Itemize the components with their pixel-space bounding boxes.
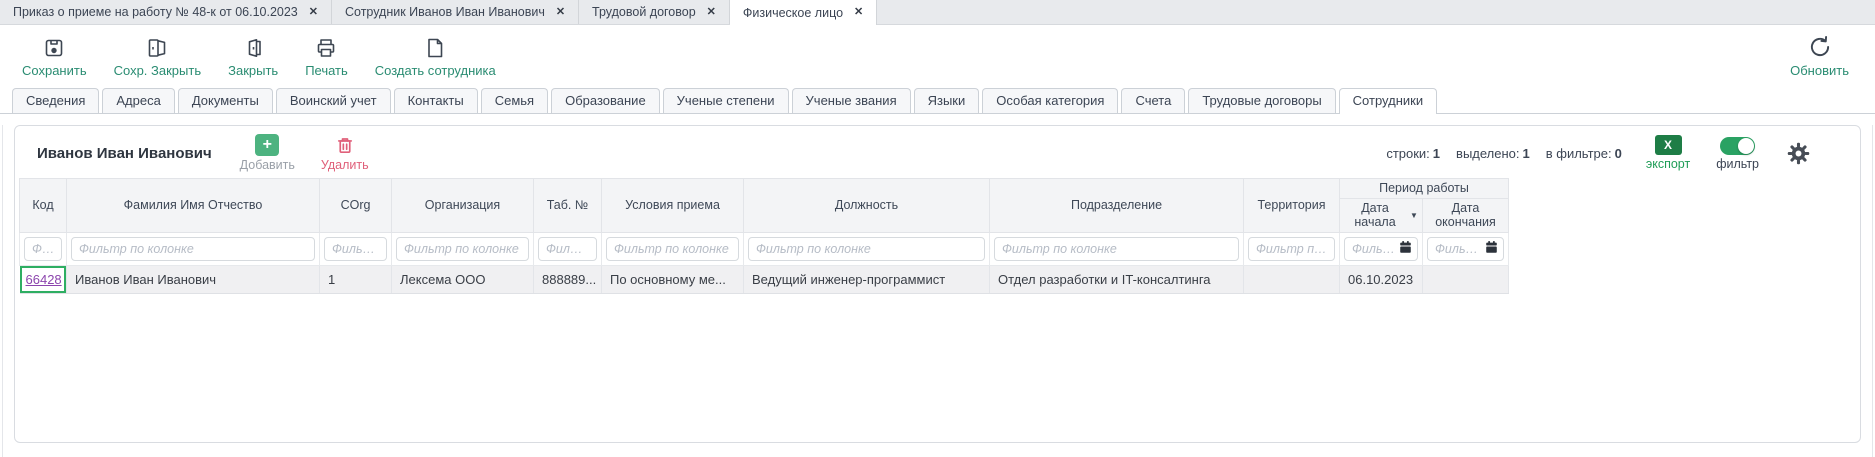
tab-obrazovanie[interactable]: Образование (551, 88, 660, 113)
filter-input-fullname[interactable] (71, 237, 315, 261)
calendar-icon[interactable] (1399, 240, 1412, 257)
filter-input-department[interactable] (994, 237, 1239, 261)
filter-input-tabnumber[interactable] (538, 237, 597, 261)
settings-gear-icon[interactable] (1787, 142, 1810, 165)
create-employee-button[interactable]: Создать сотрудника (375, 34, 496, 78)
window-tab-employee[interactable]: Сотрудник Иванов Иван Иванович ✕ (332, 0, 579, 24)
window-tab-label: Приказ о приеме на работу № 48-к от 06.1… (13, 5, 298, 19)
save-button[interactable]: Сохранить (22, 34, 87, 78)
selected-count: выделено:1 (1456, 146, 1530, 161)
cell-tabnumber[interactable]: 888889... (534, 265, 602, 293)
col-group-period: Период работы (1340, 179, 1509, 199)
print-button[interactable]: Печать (305, 34, 348, 78)
delete-row-button[interactable]: Удалить (321, 134, 369, 172)
filter-input-organization[interactable] (396, 237, 529, 261)
col-header-territory[interactable]: Территория (1244, 179, 1340, 233)
col-header-position[interactable]: Должность (744, 179, 990, 233)
tab-voinskiy-uchet[interactable]: Воинский учет (276, 88, 391, 113)
cell-territory[interactable] (1244, 265, 1340, 293)
filter-input-startdate[interactable] (1352, 239, 1396, 259)
tab-scheta[interactable]: Счета (1121, 88, 1185, 113)
tab-uchenye-zvaniya[interactable]: Ученые звания (792, 88, 911, 113)
window-tab-order[interactable]: Приказ о приеме на работу № 48-к от 06.1… (0, 0, 332, 24)
window-tab-bar: Приказ о приеме на работу № 48-к от 06.1… (0, 0, 1875, 25)
cell-startdate[interactable]: 06.10.2023 (1340, 265, 1423, 293)
calendar-icon[interactable] (1485, 240, 1498, 257)
toggle-on-icon (1720, 137, 1755, 155)
plus-icon: + (255, 134, 279, 156)
rows-count: строки:1 (1386, 146, 1440, 161)
filter-row (20, 232, 1509, 265)
add-row-button[interactable]: + Добавить (240, 134, 295, 172)
tab-dokumenty[interactable]: Документы (178, 88, 273, 113)
filter-input-enddate[interactable] (1435, 239, 1482, 259)
panel-header: Иванов Иван Иванович + Добавить Удалить (15, 126, 1860, 178)
grid-stats: строки:1 выделено:1 в фильтре:0 (1386, 146, 1622, 161)
save-icon (42, 34, 66, 60)
window-tab-person-active[interactable]: Физическое лицо ✕ (730, 0, 877, 25)
tab-uchenye-stepeni[interactable]: Ученые степени (663, 88, 789, 113)
close-tab-icon[interactable]: ✕ (707, 7, 716, 18)
content-area: Иванов Иван Иванович + Добавить Удалить (2, 125, 1873, 457)
close-tab-icon[interactable]: ✕ (309, 7, 318, 18)
cell-position[interactable]: Ведущий инженер-программист (744, 265, 990, 293)
filtered-count: в фильтре:0 (1546, 146, 1622, 161)
filter-toggle[interactable]: фильтр (1716, 135, 1759, 171)
window-tab-label: Трудовой договор (592, 5, 696, 19)
tab-sotrudniki-active[interactable]: Сотрудники (1339, 88, 1437, 114)
filter-input-territory[interactable] (1248, 237, 1335, 261)
close-tab-icon[interactable]: ✕ (556, 7, 565, 18)
cell-organization[interactable]: Лексема ООО (392, 265, 534, 293)
record-link[interactable]: 66428 (26, 272, 62, 287)
save-close-icon (145, 34, 169, 60)
col-header-corg[interactable]: COrg (320, 179, 392, 233)
cell-fullname[interactable]: Иванов Иван Иванович (67, 265, 320, 293)
cell-enddate[interactable] (1423, 265, 1509, 293)
tab-semya[interactable]: Семья (481, 88, 548, 113)
col-header-code[interactable]: Код (20, 179, 67, 233)
toolbar: Сохранить Сохр. Закрыть Закрыть (0, 25, 1875, 87)
filter-input-position[interactable] (748, 237, 985, 261)
close-button[interactable]: Закрыть (228, 34, 278, 78)
window-tab-label: Физическое лицо (743, 6, 843, 20)
filter-input-code[interactable] (24, 237, 62, 261)
employees-table: Код Фамилия Имя Отчество COrg Организаци… (19, 178, 1509, 294)
export-excel-button[interactable]: X экспорт (1646, 135, 1690, 171)
sort-desc-icon: ▼ (1410, 211, 1418, 220)
col-header-tabnumber[interactable]: Таб. № (534, 179, 602, 233)
tab-adresa[interactable]: Адреса (102, 88, 174, 113)
tab-yazyki[interactable]: Языки (914, 88, 980, 113)
window-tab-contract[interactable]: Трудовой договор ✕ (579, 0, 730, 24)
col-header-startdate[interactable]: Дата начала ▼ (1340, 199, 1423, 233)
col-header-terms[interactable]: Условия приема (602, 179, 744, 233)
col-header-enddate[interactable]: Дата окончания (1423, 199, 1509, 233)
save-close-button[interactable]: Сохр. Закрыть (114, 34, 202, 78)
tab-osobaya-kategoriya[interactable]: Особая категория (982, 88, 1118, 113)
refresh-button[interactable]: Обновить (1790, 34, 1849, 78)
table-row[interactable]: 66428 Иванов Иван Иванович 1 Лексема ООО… (20, 265, 1509, 293)
filter-input-terms[interactable] (606, 237, 739, 261)
cell-department[interactable]: Отдел разработки и IT-консалтинга (990, 265, 1244, 293)
refresh-icon (1807, 34, 1833, 60)
window-tab-label: Сотрудник Иванов Иван Иванович (345, 5, 545, 19)
printer-icon (314, 34, 338, 60)
filter-input-corg[interactable] (324, 237, 387, 261)
tab-kontakty[interactable]: Контакты (394, 88, 478, 113)
excel-icon: X (1655, 135, 1682, 155)
employees-panel: Иванов Иван Иванович + Добавить Удалить (14, 125, 1861, 443)
close-tab-icon[interactable]: ✕ (854, 7, 863, 18)
cell-code-selected[interactable]: 66428 (20, 265, 67, 293)
trash-icon (335, 134, 355, 156)
new-document-icon (423, 34, 447, 60)
cell-corg[interactable]: 1 (320, 265, 392, 293)
col-header-organization[interactable]: Организация (392, 179, 534, 233)
section-tab-bar: Сведения Адреса Документы Воинский учет … (0, 87, 1875, 114)
tab-svedeniya[interactable]: Сведения (12, 88, 99, 113)
tab-trudovye-dogovory[interactable]: Трудовые договоры (1188, 88, 1335, 113)
col-header-department[interactable]: Подразделение (990, 179, 1244, 233)
cell-terms[interactable]: По основному ме... (602, 265, 744, 293)
door-close-icon (241, 34, 265, 60)
col-header-fullname[interactable]: Фамилия Имя Отчество (67, 179, 320, 233)
person-name-title: Иванов Иван Иванович (37, 145, 212, 162)
